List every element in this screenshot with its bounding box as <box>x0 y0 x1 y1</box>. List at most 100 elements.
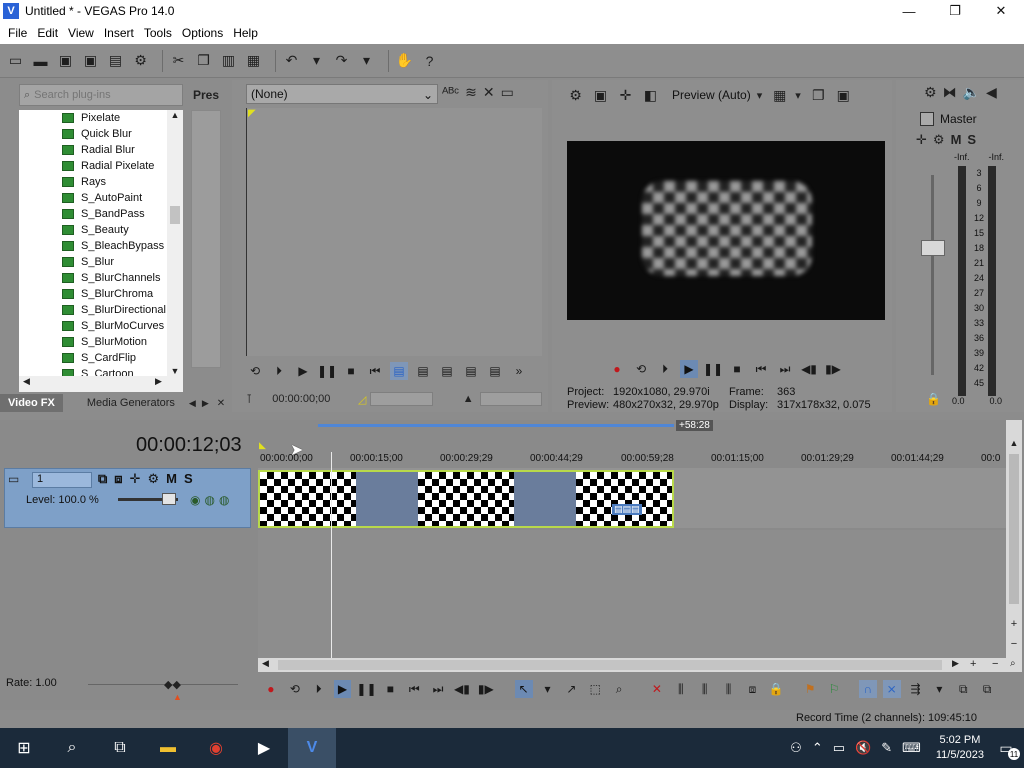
go-to-start-icon[interactable]: ⏮ <box>405 680 423 698</box>
plugin-item[interactable]: S_BlurMotion <box>19 334 183 350</box>
tab-media-generators[interactable]: Media Generators <box>79 394 183 412</box>
playback-rate-slider[interactable] <box>88 684 238 685</box>
go-to-end-icon[interactable]: ⏭ <box>776 360 794 378</box>
plugin-item[interactable]: S_Beauty <box>19 222 183 238</box>
zoom-out-horizontal-icon[interactable]: − <box>992 658 998 670</box>
trimmer-view[interactable]: ◤ <box>246 108 542 356</box>
chrome-icon[interactable]: ◉ <box>192 728 240 768</box>
edit-tool-dropdown-icon[interactable]: ▾ <box>539 680 557 698</box>
search-icon[interactable]: ⌕ <box>48 728 96 768</box>
save-as-icon[interactable]: ▣ <box>81 51 100 70</box>
render-icon[interactable]: ▤ <box>106 51 125 70</box>
pause-icon[interactable]: ❚❚ <box>356 680 376 698</box>
grid-overlay-icon[interactable]: ▦ <box>770 86 789 105</box>
add-to-timeline-after-icon[interactable]: ▤ <box>438 362 456 380</box>
stop-icon[interactable]: ■ <box>381 680 399 698</box>
plugin-item[interactable]: S_CardFlip <box>19 350 183 366</box>
chevron-down-icon[interactable]: ▾ <box>757 89 763 102</box>
create-subclip-icon[interactable]: ▤ <box>486 362 504 380</box>
selection-length-field[interactable] <box>479 392 542 406</box>
plugin-item[interactable]: S_BlurDirectional <box>19 302 183 318</box>
track-mute-button[interactable]: M <box>166 471 177 487</box>
vegas-pro-taskbar-icon[interactable]: V <box>288 728 336 768</box>
action-center-icon[interactable]: ▭ 11 <box>994 736 1020 760</box>
plugin-item[interactable]: S_BlurChannels <box>19 270 183 286</box>
master-mute-button[interactable]: M <box>951 132 962 148</box>
zoom-out-vertical-icon[interactable]: − <box>1006 638 1022 650</box>
cut-icon[interactable]: ✂ <box>169 51 188 70</box>
play-icon[interactable]: ▶ <box>680 360 698 378</box>
scroll-thumb[interactable] <box>278 660 942 670</box>
clear-list-icon[interactable]: ≋ <box>465 84 477 101</box>
loop-region-bar[interactable] <box>318 424 674 427</box>
save-icon[interactable]: ▣ <box>56 51 75 70</box>
save-snapshot-icon[interactable]: ▣ <box>834 86 853 105</box>
fit-to-fill-icon[interactable]: ▤ <box>462 362 480 380</box>
plugin-item[interactable]: S_AutoPaint <box>19 190 183 206</box>
timeline-horizontal-scrollbar[interactable]: ◀ ▶ + − ⌕ <box>258 658 1022 672</box>
properties-gear-icon[interactable]: ⚙ <box>131 51 150 70</box>
volume-muted-icon[interactable]: 🔇 <box>855 740 871 756</box>
split-icon[interactable]: ⧈ <box>743 680 761 698</box>
master-solo-button[interactable]: S <box>967 132 976 148</box>
insert-region-icon[interactable]: ⚐ <box>825 680 843 698</box>
timeline-empty-area[interactable] <box>258 530 1006 658</box>
snapping-magnet-icon[interactable]: ∩ <box>858 680 877 698</box>
timeline-vertical-scrollbar[interactable]: ▲ + − <box>1006 420 1022 660</box>
show-hidden-icons-chevron-icon[interactable]: ⌃ <box>812 740 823 756</box>
task-view-icon[interactable]: ⧉ <box>96 728 144 768</box>
scroll-thumb[interactable] <box>170 206 180 224</box>
scroll-right-arrow-icon[interactable]: ▶ <box>155 376 162 387</box>
network-icon[interactable]: ▭ <box>833 740 845 756</box>
composite-mode-icon[interactable]: ◉ <box>190 493 200 507</box>
track-fx-gear-icon[interactable]: ⚙ <box>147 471 159 487</box>
go-to-start-icon[interactable]: ⏮ <box>366 362 384 380</box>
track-collapse-icon[interactable]: ▭ <box>8 472 19 486</box>
remove-icon[interactable]: ✕ <box>483 84 495 101</box>
plugin-item[interactable]: Quick Blur <box>19 126 183 142</box>
lock-envelopes-icon[interactable]: ⧉ <box>954 680 972 698</box>
ignore-grouping-icon[interactable]: ⧉ <box>978 680 996 698</box>
zoom-tool-icon[interactable]: ⌕ <box>610 680 628 698</box>
master-fader-knob[interactable] <box>921 240 945 256</box>
trimmer-media-select[interactable]: (None) ⌄ <box>246 84 438 104</box>
plugin-list-horizontal-scrollbar[interactable]: ◀ ▶ <box>19 376 183 392</box>
plugin-item[interactable]: Radial Pixelate <box>19 158 183 174</box>
tab-prev-arrow-icon[interactable]: ◀ <box>189 398 196 409</box>
preview-properties-gear-icon[interactable]: ⚙ <box>566 86 585 105</box>
minimize-button[interactable]: — <box>886 0 932 22</box>
zoom-tool-icon[interactable]: ⌕ <box>1010 658 1016 669</box>
preview-quality-select[interactable]: Preview (Auto) <box>672 88 751 102</box>
add-to-timeline-before-icon[interactable]: ▤ <box>414 362 432 380</box>
previous-frame-icon[interactable]: ◀▮ <box>453 680 471 698</box>
menu-tools[interactable]: Tools <box>139 22 177 44</box>
normal-edit-tool-icon[interactable]: ↖ <box>514 680 533 698</box>
lock-icon[interactable]: 🔒 <box>926 392 941 406</box>
redo-icon[interactable]: ↷ <box>332 51 351 70</box>
media-player-icon[interactable]: ▶ <box>240 728 288 768</box>
show-desktop-strip[interactable] <box>1018 728 1024 768</box>
pen-icon[interactable]: ✎ <box>881 740 892 756</box>
keyboard-icon[interactable]: ⌨ <box>902 740 921 756</box>
trim-icon[interactable]: ⫼ <box>672 680 690 698</box>
track-pan-crop-icon[interactable]: ✛ <box>130 471 141 487</box>
plugin-item[interactable]: S_BleachBypass <box>19 238 183 254</box>
scroll-right-arrow-icon[interactable]: ▶ <box>952 658 959 669</box>
record-icon[interactable]: ● <box>262 680 280 698</box>
plugin-list-vertical-scrollbar[interactable]: ▲ ▼ <box>167 110 183 376</box>
maximize-button[interactable]: ❐ <box>932 0 978 22</box>
track-solo-button[interactable]: S <box>184 471 193 487</box>
plugin-search-input[interactable] <box>34 89 175 101</box>
zoom-in-horizontal-icon[interactable]: + <box>970 658 976 670</box>
dim-icon[interactable]: ◀ <box>986 84 997 101</box>
master-pan-icon[interactable]: ✛ <box>916 132 927 148</box>
time-ruler[interactable]: 00:00:00;00 00:00:15;00 00:00:29;29 00:0… <box>258 448 1006 466</box>
scroll-left-arrow-icon[interactable]: ◀ <box>262 658 269 669</box>
play-from-start-icon[interactable]: ⏵ <box>310 680 328 698</box>
undo-dropdown-icon[interactable]: ▾ <box>307 51 326 70</box>
play-from-start-icon[interactable]: ⏵ <box>656 360 674 378</box>
scroll-left-arrow-icon[interactable]: ◀ <box>23 376 30 387</box>
downmix-icon[interactable]: ⧓ <box>943 84 957 101</box>
selection-start-field[interactable] <box>370 392 433 406</box>
loop-icon[interactable]: ⟲ <box>632 360 650 378</box>
